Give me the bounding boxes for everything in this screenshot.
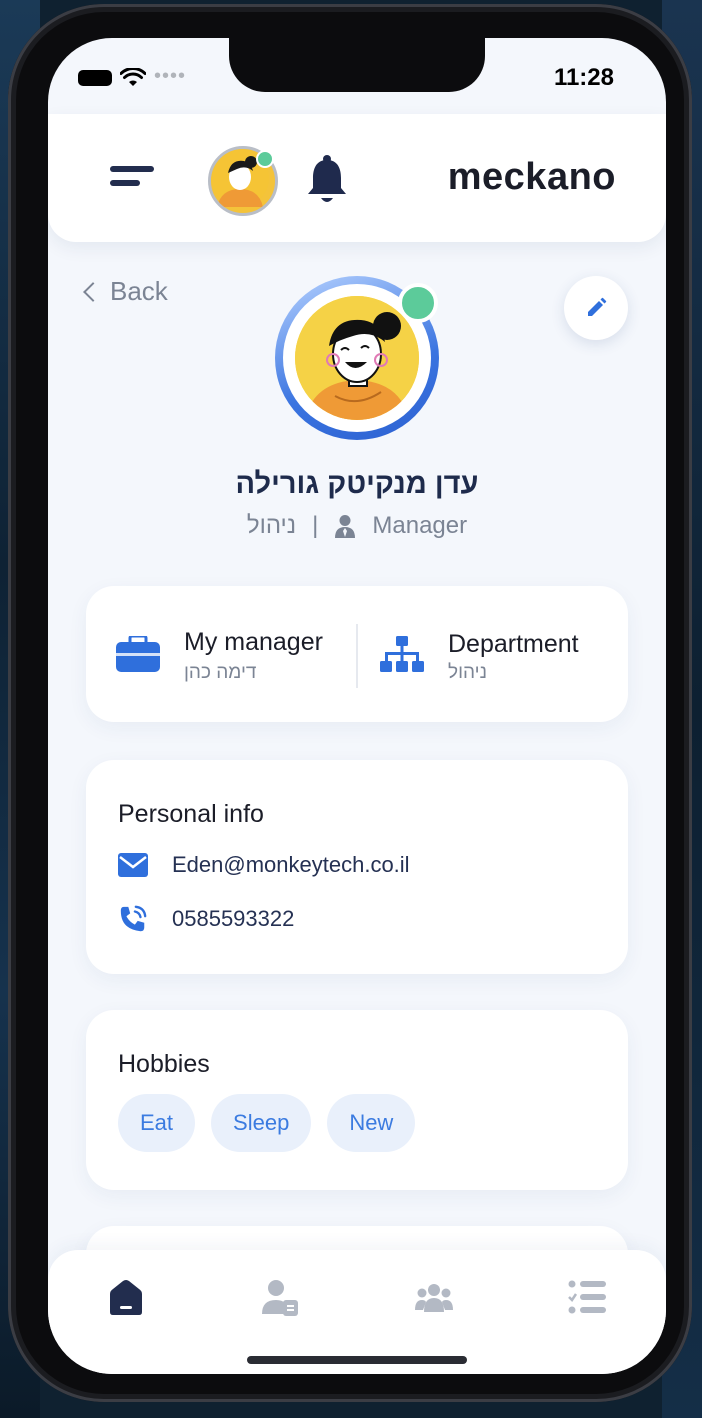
app-header: meckano [48, 114, 666, 242]
hobby-chip[interactable]: Sleep [211, 1094, 312, 1152]
app-logo: meckano [447, 156, 616, 198]
email-row[interactable]: Eden@monkeytech.co.il [118, 850, 410, 880]
org-card: My manager דימה כהן Department ניהול [86, 586, 628, 722]
employee-card-icon[interactable] [260, 1278, 300, 1318]
my-manager-title: My manager [184, 628, 323, 656]
back-button[interactable]: Back [83, 276, 168, 307]
email-value: Eden@monkeytech.co.il [172, 852, 410, 877]
status-icons: •••• [78, 64, 186, 92]
bell-icon[interactable] [304, 154, 350, 206]
app-screen: •••• 11:28 meckano Back עדן מנקיטק גוריל… [48, 38, 666, 1374]
online-status-indicator [398, 283, 438, 323]
hobby-chip[interactable]: Eat [118, 1094, 196, 1152]
person-icon [335, 515, 356, 538]
home-icon[interactable] [106, 1278, 146, 1318]
status-time: 11:28 [553, 64, 614, 91]
org-chart-icon [380, 636, 424, 672]
avatar-illustration-icon [295, 296, 419, 420]
hobby-chip[interactable]: New [327, 1094, 416, 1152]
chevron-left-icon [83, 282, 103, 302]
hobbies-card: Hobbies Eat Sleep New [86, 1010, 628, 1190]
profile-name: עדן מנקיטק גורילה [235, 468, 479, 500]
phone-row[interactable]: 0585593322 [118, 904, 294, 934]
phone-value: 0585593322 [172, 906, 295, 931]
hamburger-menu-icon[interactable] [110, 166, 154, 192]
edit-profile-button[interactable] [564, 276, 628, 340]
back-label: Back [110, 276, 168, 306]
profile-role: Manager [372, 512, 468, 539]
hobbies-title: Hobbies [118, 1050, 210, 1078]
team-icon[interactable] [414, 1278, 454, 1318]
battery-icon [78, 70, 112, 86]
separator: | [312, 512, 319, 539]
task-list-icon[interactable] [568, 1278, 608, 1318]
pencil-icon [588, 297, 607, 316]
my-manager-name: דימה כהן [184, 662, 257, 683]
signal-dots-icon: •••• [154, 64, 187, 87]
phone-frame: •••• 11:28 meckano Back עדן מנקיטק גוריל… [8, 4, 692, 1402]
home-indicator [247, 1356, 467, 1364]
department-title: Department [448, 630, 579, 658]
personal-info-card: Personal info Eden@monkeytech.co.il 0585… [86, 760, 628, 974]
notch [229, 38, 485, 92]
envelope-icon [118, 853, 148, 877]
briefcase-icon [116, 636, 160, 672]
divider [356, 624, 358, 688]
phone-icon [120, 905, 147, 932]
wifi-icon [120, 68, 146, 86]
header-online-indicator [256, 150, 274, 168]
department-name: ניהול [448, 662, 487, 683]
profile-role-line: ניהול | Manager [48, 512, 666, 540]
profile-department: ניהול [246, 512, 297, 539]
personal-info-title: Personal info [118, 800, 264, 828]
hobby-chips: Eat Sleep New [118, 1094, 416, 1152]
